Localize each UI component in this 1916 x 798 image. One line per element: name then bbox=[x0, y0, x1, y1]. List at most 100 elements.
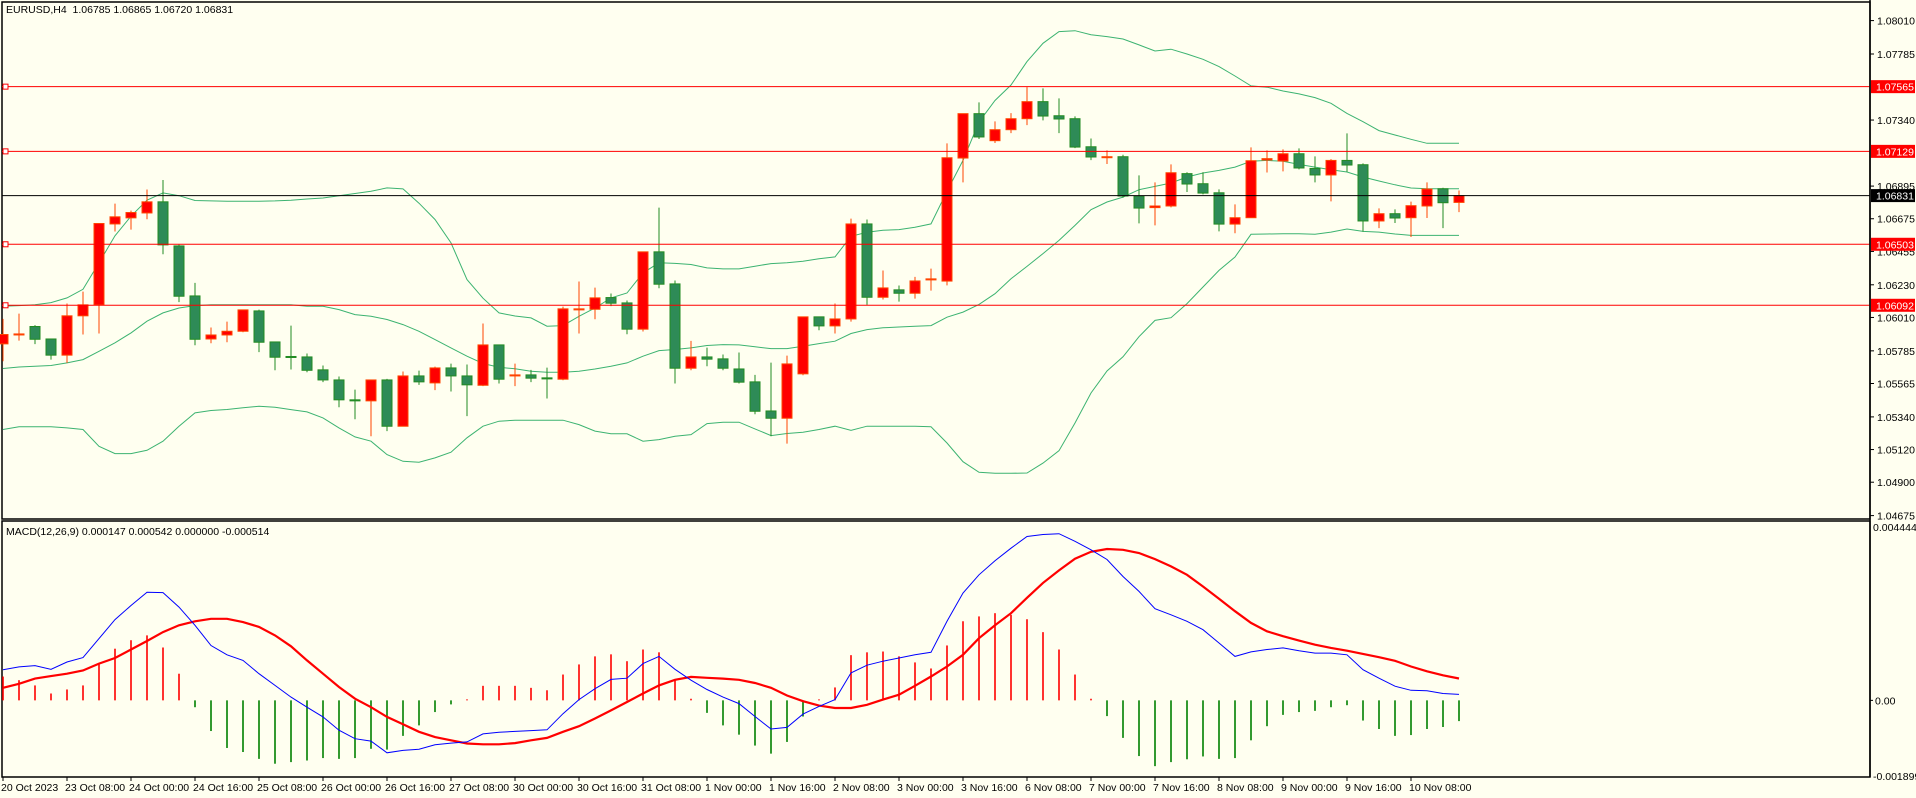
time-tick-label: 26 Oct 00:00 bbox=[321, 782, 381, 794]
bull-candle-body bbox=[1277, 153, 1289, 162]
time-tick-label: 1 Nov 16:00 bbox=[769, 782, 826, 794]
price-tag-label: 1.07129 bbox=[1876, 146, 1914, 158]
candle bbox=[381, 378, 393, 432]
time-tick-label: 10 Nov 08:00 bbox=[1409, 782, 1472, 794]
time-tick-label: 8 Nov 08:00 bbox=[1217, 782, 1274, 794]
bear-candle-body bbox=[1197, 183, 1209, 194]
bull-candle-body bbox=[141, 201, 153, 214]
bull-candle-body bbox=[573, 308, 585, 311]
bear-candle-body bbox=[1053, 115, 1065, 120]
bear-candle-body bbox=[621, 302, 633, 330]
bear-candle-body bbox=[717, 358, 729, 369]
bull-candle-body bbox=[1229, 217, 1241, 225]
time-tick-label: 1 Nov 00:00 bbox=[705, 782, 762, 794]
bull-candle-body bbox=[1101, 156, 1113, 159]
candle bbox=[493, 344, 505, 384]
price-tick-label: 1.05340 bbox=[1877, 412, 1915, 424]
bull-candle-body bbox=[221, 330, 233, 336]
bear-candle-body bbox=[765, 410, 777, 419]
candle bbox=[861, 219, 873, 305]
time-tick-label: 30 Oct 00:00 bbox=[513, 782, 573, 794]
bear-candle-body bbox=[669, 283, 681, 369]
bull-candle-body bbox=[509, 374, 521, 377]
bull-candle-body bbox=[1165, 172, 1177, 207]
price-tag-label: 1.06092 bbox=[1876, 300, 1914, 312]
time-tick-label: 2 Nov 08:00 bbox=[833, 782, 890, 794]
bull-candle-body bbox=[93, 222, 105, 306]
time-tick-label: 3 Nov 00:00 bbox=[897, 782, 954, 794]
bull-candle-body bbox=[829, 318, 841, 327]
candle bbox=[941, 143, 953, 286]
time-tick-label: 23 Oct 08:00 bbox=[65, 782, 125, 794]
time-tick-label: 9 Nov 00:00 bbox=[1281, 782, 1338, 794]
line-anchor-handle[interactable] bbox=[2, 83, 9, 90]
bear-candle-body bbox=[1181, 173, 1193, 185]
bear-candle-body bbox=[29, 326, 41, 340]
price-tick-label: 1.06230 bbox=[1877, 280, 1915, 292]
bull-candle-body bbox=[909, 280, 921, 294]
bear-candle-body bbox=[413, 375, 425, 383]
macd-axis-zero-label: 0.00 bbox=[1875, 695, 1896, 707]
bear-candle-body bbox=[733, 368, 745, 383]
bear-candle-body bbox=[45, 338, 57, 356]
time-tick-label: 20 Oct 2023 bbox=[1, 782, 58, 794]
bear-candle-body bbox=[1357, 164, 1369, 222]
bull-candle-body bbox=[989, 129, 1001, 142]
line-anchor-handle[interactable] bbox=[2, 241, 9, 248]
bear-candle-body bbox=[1037, 101, 1049, 117]
macd-axis-top-label: 0.004444 bbox=[1873, 522, 1916, 534]
candle bbox=[1357, 163, 1369, 232]
line-anchor-handle[interactable] bbox=[2, 148, 9, 155]
bull-candle-body bbox=[797, 316, 809, 375]
bear-candle-body bbox=[333, 379, 345, 401]
price-tick-label: 1.07340 bbox=[1877, 115, 1915, 127]
price-tick-label: 1.08010 bbox=[1877, 16, 1915, 28]
bear-candle-body bbox=[1069, 118, 1081, 148]
bull-candle-body bbox=[77, 304, 89, 317]
line-anchor-handle[interactable] bbox=[2, 302, 9, 309]
price-tick-label: 1.07785 bbox=[1877, 49, 1915, 61]
candle bbox=[397, 371, 409, 427]
bull-candle-body bbox=[557, 308, 569, 380]
candle bbox=[637, 251, 649, 332]
candle bbox=[237, 309, 249, 333]
bull-candle-body bbox=[61, 315, 73, 356]
time-tick-label: 25 Oct 08:00 bbox=[257, 782, 317, 794]
bear-candle-body bbox=[541, 377, 553, 380]
bear-candle-body bbox=[189, 295, 201, 340]
bull-candle-body bbox=[109, 216, 121, 225]
price-tag-label: 1.07565 bbox=[1876, 82, 1914, 94]
time-tick-label: 6 Nov 08:00 bbox=[1025, 782, 1082, 794]
bull-candle-body bbox=[685, 356, 697, 369]
bull-candle-body bbox=[429, 367, 441, 384]
bull-candle-body bbox=[925, 278, 937, 281]
price-tag-label: 1.06503 bbox=[1876, 239, 1914, 251]
bull-candle-body bbox=[477, 344, 489, 386]
bear-candle-body bbox=[813, 316, 825, 327]
trading-chart[interactable]: EURUSD,H4 1.06785 1.06865 1.06720 1.0683… bbox=[0, 0, 1916, 798]
bull-candle-body bbox=[1021, 101, 1033, 120]
candle bbox=[173, 244, 185, 303]
price-tick-label: 1.05120 bbox=[1877, 445, 1915, 457]
bull-candle-body bbox=[941, 157, 953, 282]
bull-candle-body bbox=[637, 251, 649, 330]
bear-candle-body bbox=[269, 341, 281, 358]
bull-candle-body bbox=[1325, 159, 1337, 176]
bear-candle-body bbox=[301, 356, 313, 371]
bear-candle-body bbox=[285, 355, 297, 358]
bear-candle-body bbox=[1213, 192, 1225, 225]
price-tick-label: 1.04675 bbox=[1877, 511, 1915, 523]
bear-candle-body bbox=[701, 356, 713, 360]
bull-candle-body bbox=[1261, 158, 1273, 161]
bear-candle-body bbox=[1133, 195, 1145, 209]
time-tick-label: 24 Oct 16:00 bbox=[193, 782, 253, 794]
bull-candle-body bbox=[125, 212, 137, 219]
price-tick-label: 1.04900 bbox=[1877, 477, 1915, 489]
bull-candle-body bbox=[1005, 118, 1017, 131]
bull-candle-body bbox=[1405, 205, 1417, 219]
candle bbox=[669, 280, 681, 384]
bull-candle-body bbox=[237, 309, 249, 332]
bull-candle-body bbox=[877, 287, 889, 298]
bull-candle-body bbox=[0, 334, 9, 345]
bull-candle-body bbox=[205, 334, 217, 340]
